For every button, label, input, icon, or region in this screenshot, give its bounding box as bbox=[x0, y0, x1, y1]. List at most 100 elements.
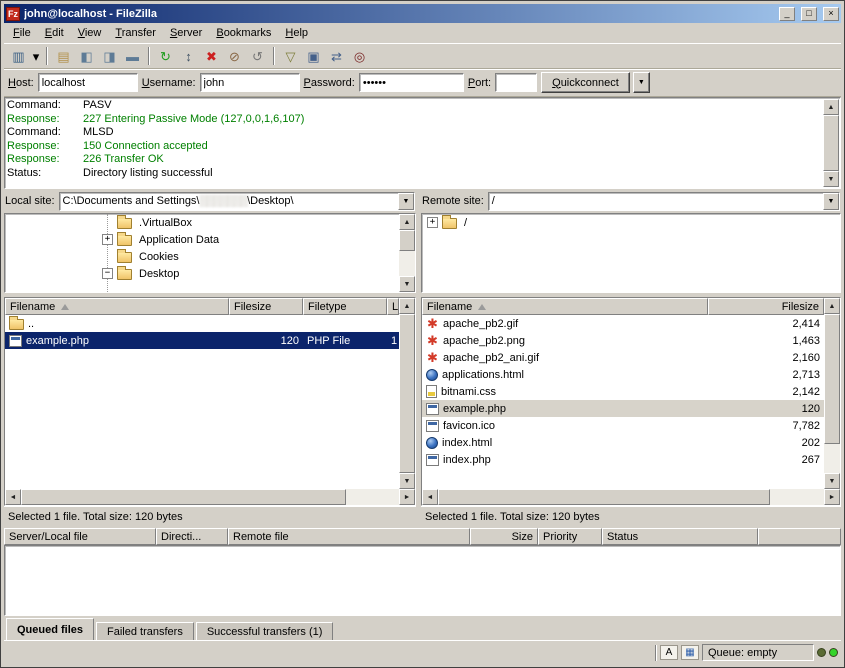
log-scrollbar[interactable]: ▲▼ bbox=[823, 99, 839, 187]
scroll-up-button[interactable]: ▲ bbox=[824, 298, 840, 314]
menu-item-help[interactable]: Help bbox=[278, 25, 315, 41]
column-header-size[interactable]: Size bbox=[470, 528, 538, 545]
scroll-track[interactable] bbox=[823, 115, 839, 171]
scroll-thumb[interactable] bbox=[823, 115, 839, 171]
toggle-log-icon[interactable]: ▤ bbox=[52, 45, 75, 67]
local-list-horizontal-scrollbar[interactable]: ◄► bbox=[5, 489, 415, 505]
local-site-dropdown-icon[interactable]: ▼ bbox=[398, 193, 414, 210]
quickconnect-button[interactable]: Quickconnect bbox=[541, 72, 630, 93]
reconnect-icon[interactable]: ↺ bbox=[246, 45, 269, 67]
file-row[interactable]: applications.html2,713 bbox=[422, 366, 824, 383]
tree-expander-plus-icon[interactable]: + bbox=[427, 217, 438, 228]
scroll-up-button[interactable]: ▲ bbox=[823, 99, 839, 115]
title-bar[interactable]: Fz john@localhost - FileZilla _ □ × bbox=[4, 4, 841, 23]
column-header-filename[interactable]: Filename bbox=[5, 298, 229, 315]
tree-item[interactable]: +Application Data bbox=[5, 231, 399, 248]
toggle-local-tree-icon[interactable]: ◧ bbox=[75, 45, 98, 67]
process-queue-icon[interactable]: ↕ bbox=[177, 45, 200, 67]
port-input[interactable] bbox=[495, 73, 537, 92]
host-input[interactable] bbox=[38, 73, 138, 92]
scroll-track[interactable] bbox=[399, 230, 415, 276]
scroll-right-button[interactable]: ► bbox=[824, 489, 840, 505]
remote-site-combobox[interactable]: / ▼ bbox=[488, 192, 840, 211]
scroll-up-button[interactable]: ▲ bbox=[399, 298, 415, 314]
column-header-col[interactable] bbox=[758, 528, 841, 545]
tree-item[interactable]: .VirtualBox bbox=[5, 214, 399, 231]
tree-item[interactable]: +/ bbox=[422, 214, 840, 231]
local-site-combobox[interactable]: C:\Documents and Settings\▒▒▒▒▒▒▒\Deskto… bbox=[59, 192, 415, 211]
menu-item-transfer[interactable]: Transfer bbox=[108, 25, 163, 41]
tree-expander-minus-icon[interactable]: − bbox=[102, 268, 113, 279]
column-header-filesize[interactable]: Filesize bbox=[229, 298, 303, 315]
column-header-server-local-file[interactable]: Server/Local file bbox=[4, 528, 156, 545]
scroll-down-button[interactable]: ▼ bbox=[399, 473, 415, 489]
disconnect-icon[interactable]: ⊘ bbox=[223, 45, 246, 67]
tab-failed-transfers[interactable]: Failed transfers bbox=[96, 622, 194, 640]
local-list-vertical-scrollbar[interactable]: ▲▼ bbox=[399, 298, 415, 489]
file-row[interactable]: bitnami.css2,142 bbox=[422, 383, 824, 400]
menu-item-file[interactable]: File bbox=[6, 25, 38, 41]
scroll-thumb[interactable] bbox=[399, 230, 415, 251]
column-header-priority[interactable]: Priority bbox=[538, 528, 602, 545]
scroll-down-button[interactable]: ▼ bbox=[824, 473, 840, 489]
column-header-remote-file[interactable]: Remote file bbox=[228, 528, 470, 545]
column-header-status[interactable]: Status bbox=[602, 528, 758, 545]
find-icon[interactable]: ◎ bbox=[348, 45, 371, 67]
refresh-icon[interactable]: ↻ bbox=[154, 45, 177, 67]
scroll-track[interactable] bbox=[399, 314, 415, 473]
scroll-thumb[interactable] bbox=[438, 489, 770, 505]
close-button[interactable]: × bbox=[823, 7, 839, 21]
scroll-right-button[interactable]: ► bbox=[399, 489, 415, 505]
scroll-track[interactable] bbox=[438, 489, 824, 505]
username-input[interactable] bbox=[200, 73, 300, 92]
scroll-down-button[interactable]: ▼ bbox=[823, 171, 839, 187]
compare-icon[interactable]: ▣ bbox=[302, 45, 325, 67]
file-row[interactable]: index.php267 bbox=[422, 451, 824, 468]
column-header-directi[interactable]: Directi... bbox=[156, 528, 228, 545]
tab-successful-transfers-1[interactable]: Successful transfers (1) bbox=[196, 622, 334, 640]
remote-list-horizontal-scrollbar[interactable]: ◄► bbox=[422, 489, 840, 505]
quickconnect-dropdown-button[interactable]: ▼ bbox=[633, 72, 650, 93]
password-input[interactable] bbox=[359, 73, 464, 92]
filter-icon[interactable]: ▽ bbox=[279, 45, 302, 67]
scroll-thumb[interactable] bbox=[399, 314, 415, 473]
scroll-left-button[interactable]: ◄ bbox=[422, 489, 438, 505]
menu-item-server[interactable]: Server bbox=[163, 25, 209, 41]
remote-site-dropdown-icon[interactable]: ▼ bbox=[823, 193, 839, 210]
site-manager-icon[interactable]: ▥ bbox=[7, 45, 30, 67]
toggle-queue-icon[interactable]: ▬ bbox=[121, 45, 144, 67]
column-header-filename[interactable]: Filename bbox=[422, 298, 708, 315]
file-row[interactable]: ✱apache_pb2_ani.gif2,160 bbox=[422, 349, 824, 366]
scroll-down-button[interactable]: ▼ bbox=[399, 276, 415, 292]
cancel-icon[interactable]: ✖ bbox=[200, 45, 223, 67]
remote-list-vertical-scrollbar[interactable]: ▲▼ bbox=[824, 298, 840, 489]
tab-queued-files[interactable]: Queued files bbox=[6, 618, 94, 640]
maximize-button[interactable]: □ bbox=[801, 7, 817, 21]
menu-item-edit[interactable]: Edit bbox=[38, 25, 71, 41]
scroll-thumb[interactable] bbox=[824, 314, 840, 444]
scroll-thumb[interactable] bbox=[21, 489, 346, 505]
file-row[interactable]: example.php120 bbox=[422, 400, 824, 417]
local-tree-scrollbar[interactable]: ▲▼ bbox=[399, 214, 415, 292]
sync-browse-icon[interactable]: ⇄ bbox=[325, 45, 348, 67]
scroll-track[interactable] bbox=[824, 314, 840, 473]
column-header-filetype[interactable]: Filetype bbox=[303, 298, 387, 315]
tree-item[interactable]: −Desktop bbox=[5, 265, 399, 282]
column-header-l[interactable]: L bbox=[387, 298, 399, 315]
file-row[interactable]: example.php120PHP File1 bbox=[5, 332, 399, 349]
file-row[interactable]: index.html202 bbox=[422, 434, 824, 451]
tree-item[interactable]: Cookies bbox=[5, 248, 399, 265]
column-header-filesize[interactable]: Filesize bbox=[708, 298, 824, 315]
toggle-remote-tree-icon[interactable]: ◨ bbox=[98, 45, 121, 67]
scroll-up-button[interactable]: ▲ bbox=[399, 214, 415, 230]
tree-expander-plus-icon[interactable]: + bbox=[102, 234, 113, 245]
scroll-left-button[interactable]: ◄ bbox=[5, 489, 21, 505]
file-row[interactable]: ✱apache_pb2.gif2,414 bbox=[422, 315, 824, 332]
file-row[interactable]: ✱apache_pb2.png1,463 bbox=[422, 332, 824, 349]
menu-item-view[interactable]: View bbox=[71, 25, 109, 41]
minimize-button[interactable]: _ bbox=[779, 7, 795, 21]
scroll-track[interactable] bbox=[21, 489, 399, 505]
file-row[interactable]: favicon.ico7,782 bbox=[422, 417, 824, 434]
file-row[interactable]: .. bbox=[5, 315, 399, 332]
site-manager-dropdown-icon[interactable]: ▾ bbox=[30, 45, 42, 67]
